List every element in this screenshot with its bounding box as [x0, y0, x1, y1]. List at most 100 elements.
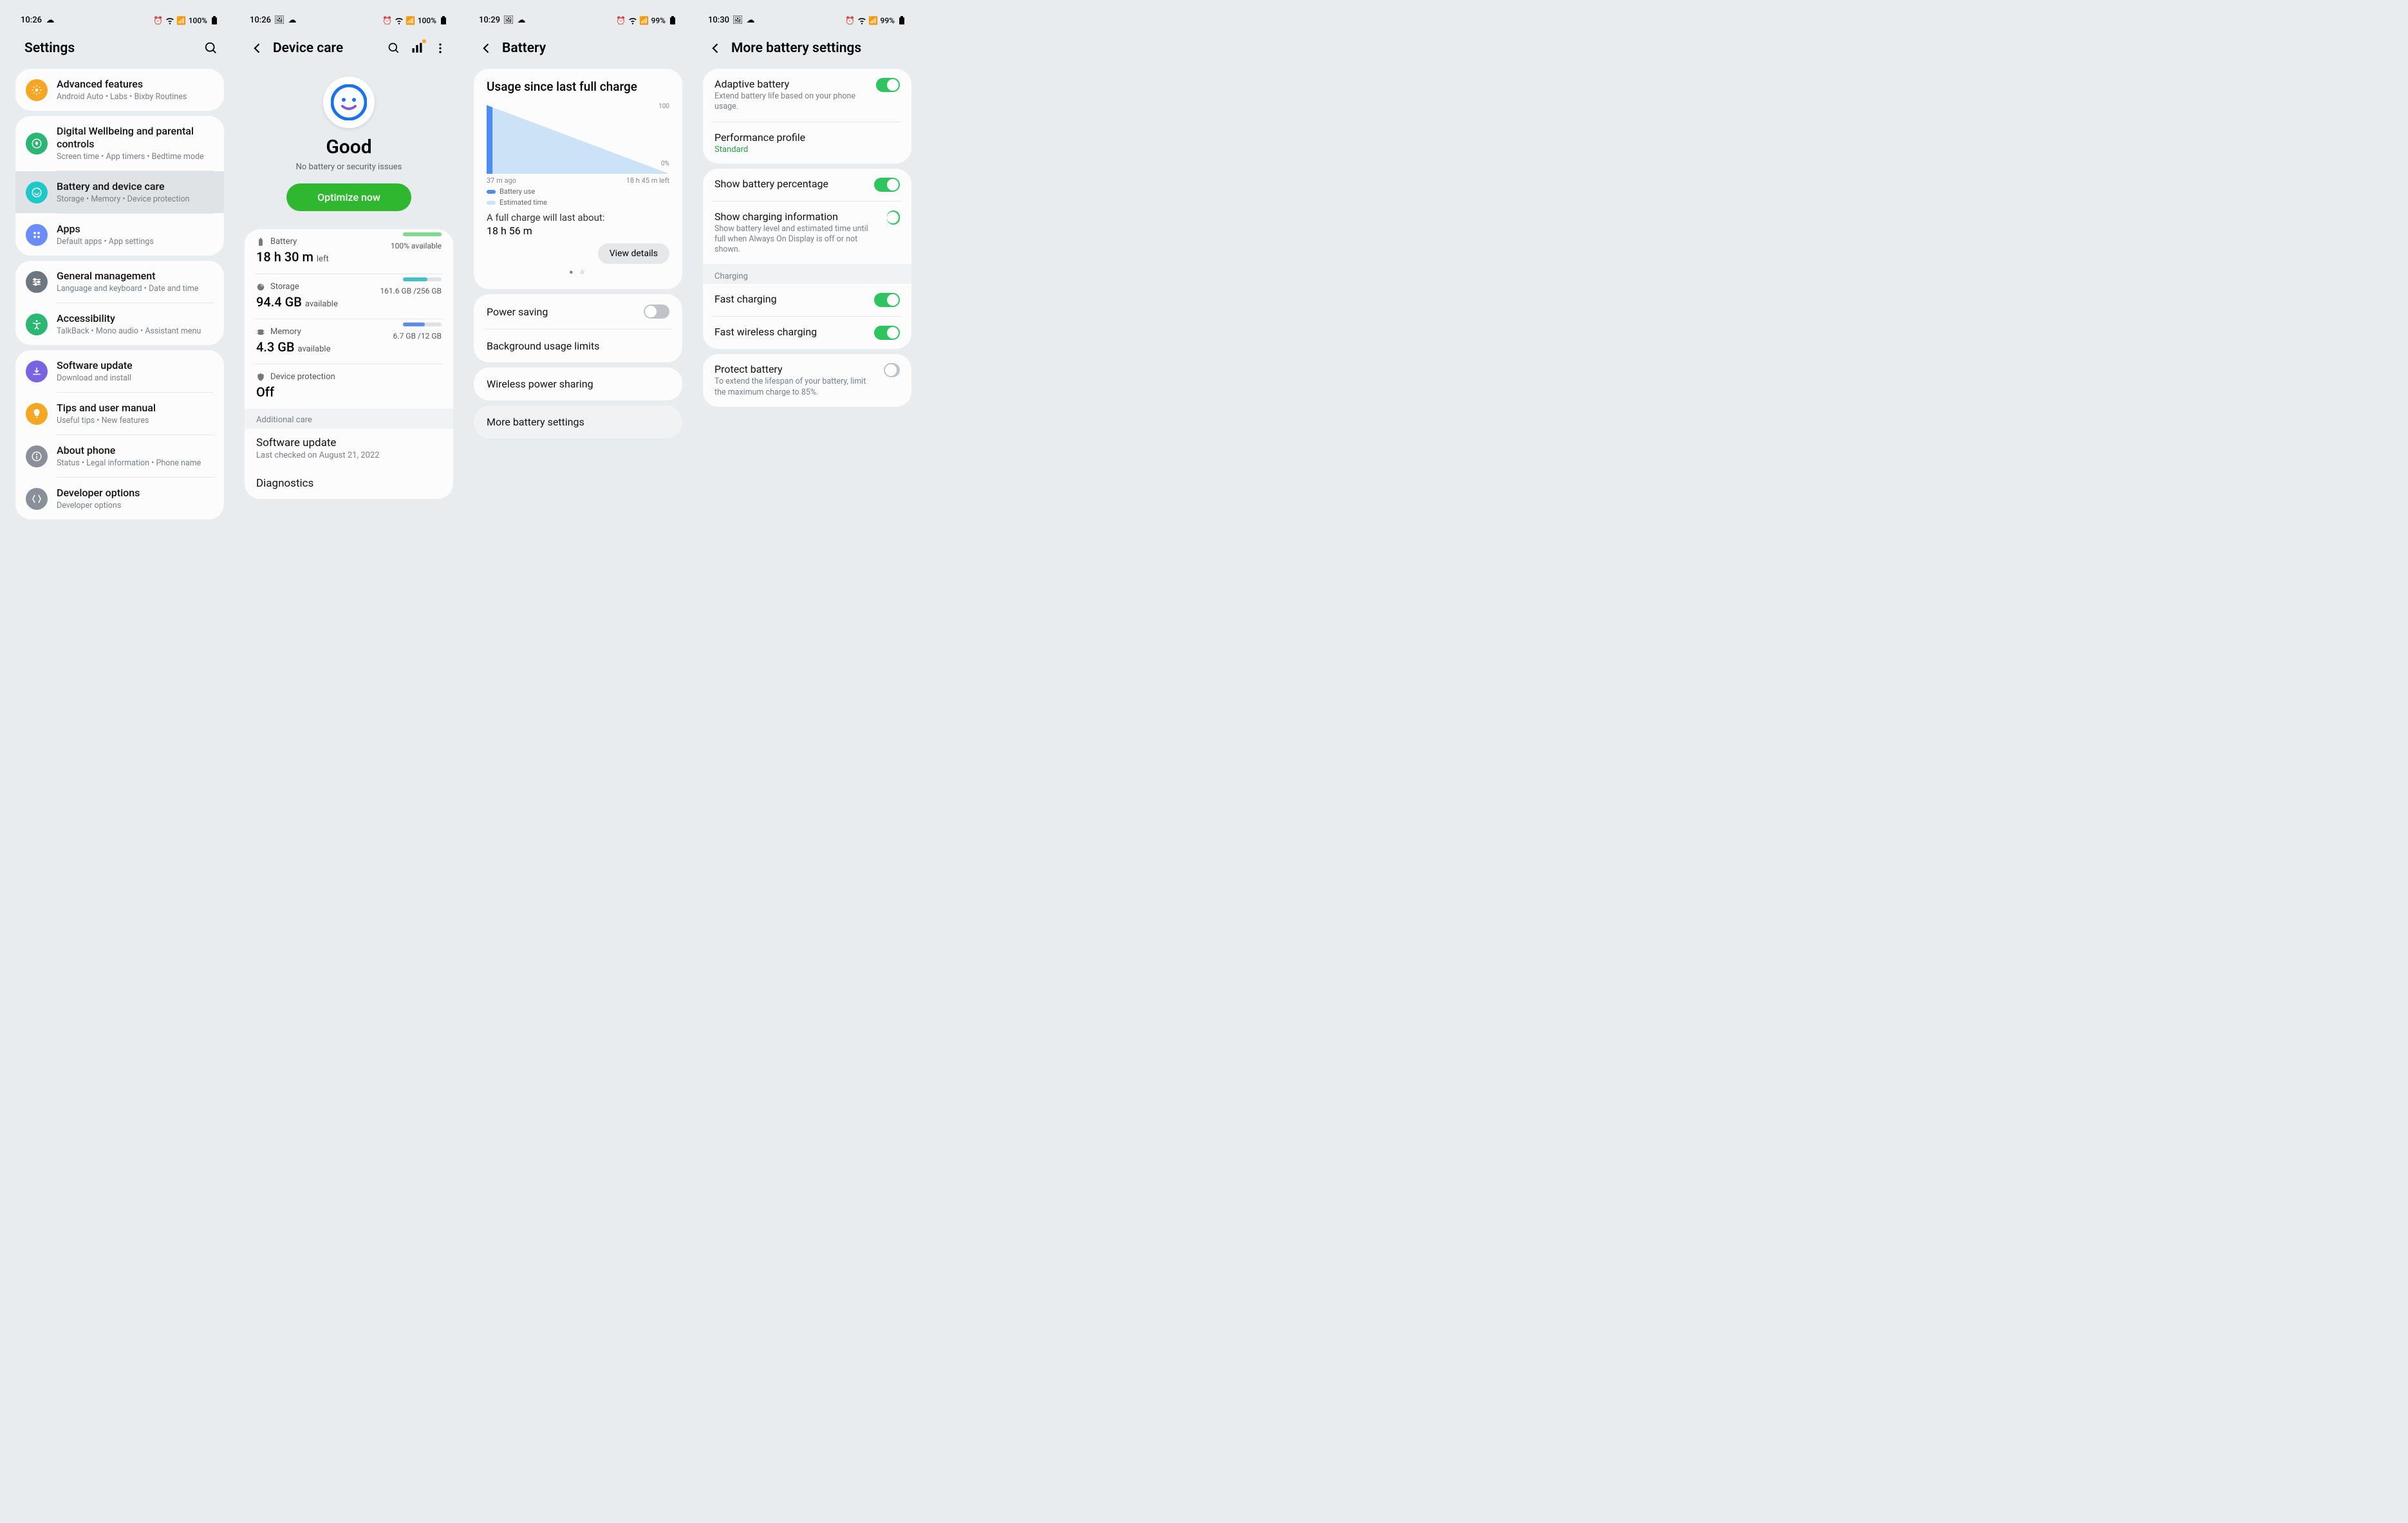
list-item[interactable]: Power saving	[474, 294, 682, 329]
screen-device-care: 10:26 🖼 ☁ ⏰ 📶 100% Device care Good No b…	[239, 10, 458, 525]
settings-group: Software updateDownload and installTips …	[15, 350, 224, 519]
item-subtitle: Last checked on August 21, 2022	[256, 451, 442, 460]
header: More battery settings	[698, 30, 917, 64]
item-subtitle: Storage • Memory • Device protection	[57, 194, 214, 204]
settings-item[interactable]: Software updateDownload and install	[15, 350, 224, 392]
page-title: Device care	[273, 41, 378, 56]
settings-item[interactable]: Developer optionsDeveloper options	[15, 478, 224, 519]
status-time: 10:26	[250, 15, 271, 25]
stat-value: 94.4 GB available	[256, 294, 442, 310]
back-icon[interactable]	[479, 41, 494, 56]
settings-item[interactable]: AccessibilityTalkBack • Mono audio • Ass…	[15, 303, 224, 345]
statusbar: 10:30 🖼 ☁ ⏰ 📶 99%	[698, 10, 917, 30]
alarm-icon: ⏰	[154, 16, 163, 25]
settings-item[interactable]: General managementLanguage and keyboard …	[15, 261, 224, 303]
status-battery-pct: 100%	[189, 16, 207, 25]
item-title: Advanced features	[57, 78, 214, 91]
setting-row[interactable]: Performance profileStandard	[703, 122, 911, 164]
device-care-hero: Good No battery or security issues Optim…	[239, 64, 458, 224]
battery-icon	[897, 16, 906, 25]
alarm-icon: ⏰	[383, 16, 392, 25]
search-icon[interactable]	[386, 41, 402, 56]
item-title: Tips and user manual	[57, 402, 214, 415]
device-stat-battery[interactable]: Battery100% available18 h 30 m left	[245, 229, 453, 274]
view-details-button[interactable]: View details	[598, 243, 669, 264]
more-icon[interactable]	[433, 41, 448, 56]
settings-group: General managementLanguage and keyboard …	[15, 261, 224, 345]
chart-icon[interactable]	[409, 41, 425, 56]
memory-icon	[256, 328, 265, 337]
settings-item[interactable]: About phoneStatus • Legal information • …	[15, 435, 224, 477]
back-icon[interactable]	[250, 41, 265, 56]
storage-icon	[256, 283, 265, 292]
setting-title: Show battery percentage	[714, 178, 828, 190]
full-charge-text: A full charge will last about:	[487, 212, 669, 223]
screen-settings: 10:26 ☁ ⏰ 📶 100% Settings Advanced featu…	[10, 10, 229, 525]
toggle-switch[interactable]	[644, 304, 669, 319]
setting-row[interactable]: Fast wireless charging	[703, 317, 911, 349]
additional-item[interactable]: Software update Last checked on August 21…	[245, 429, 453, 469]
toggle-switch[interactable]	[874, 178, 900, 192]
item-subtitle: Android Auto • Labs • Bixby Routines	[57, 92, 214, 102]
setting-row[interactable]: Protect batteryTo extend the lifespan of…	[703, 354, 911, 407]
list-item[interactable]: More battery settings	[474, 406, 682, 438]
setting-row[interactable]: Show charging informationShow battery le…	[703, 201, 911, 265]
toggle-switch[interactable]	[884, 363, 900, 377]
header: Battery	[469, 30, 687, 64]
settings-item[interactable]: Tips and user manualUseful tips • New fe…	[15, 393, 224, 434]
item-title: Software update	[57, 359, 214, 372]
setting-title: Adaptive battery	[714, 78, 867, 90]
item-title: Accessibility	[57, 312, 214, 325]
page-title: More battery settings	[731, 41, 906, 56]
setting-title: Protect battery	[714, 363, 875, 375]
cloud-icon: ☁	[288, 16, 297, 25]
search-icon[interactable]	[203, 41, 219, 56]
setting-row[interactable]: Show battery percentage	[703, 169, 911, 201]
toggle-switch[interactable]	[874, 293, 900, 307]
toggle-switch[interactable]	[887, 210, 900, 225]
setting-title: Fast charging	[714, 293, 777, 305]
battery-icon	[256, 238, 265, 247]
statusbar: 10:29 🖼 ☁ ⏰ 📶 99%	[469, 10, 687, 30]
signal-icon: 📶	[869, 16, 878, 25]
additional-item[interactable]: Diagnostics	[245, 469, 453, 499]
screen-more-battery: 10:30 🖼 ☁ ⏰ 📶 99% More battery settings …	[698, 10, 917, 525]
settings-item[interactable]: Digital Wellbeing and parental controlsS…	[15, 116, 224, 171]
toggle-switch[interactable]	[874, 326, 900, 340]
status-battery-pct: 100%	[418, 16, 436, 25]
settings-item[interactable]: Advanced featuresAndroid Auto • Labs • B…	[15, 69, 224, 111]
device-stat-device-protection[interactable]: Device protectionOff	[245, 364, 453, 409]
item-title: About phone	[57, 444, 214, 457]
image-icon: 🖼	[275, 16, 284, 25]
screen-battery: 10:29 🖼 ☁ ⏰ 📶 99% Battery Usage since la…	[469, 10, 687, 525]
settings-item[interactable]: AppsDefault apps • App settings	[15, 214, 224, 256]
list-item[interactable]: Wireless power sharing	[474, 368, 682, 400]
toggle-switch[interactable]	[876, 78, 900, 92]
y-axis-top: 100	[658, 103, 669, 110]
settings-item[interactable]: Battery and device careStorage • Memory …	[15, 171, 224, 213]
stat-label: Memory	[270, 327, 301, 337]
stat-label: Battery	[270, 237, 297, 247]
setting-row[interactable]: Fast charging	[703, 284, 911, 316]
smiley-icon	[323, 77, 375, 128]
item-title: Software update	[256, 436, 442, 449]
stat-right-text: 161.6 GB /256 GB	[380, 286, 442, 295]
chart-left-label: 37 m ago	[487, 176, 516, 185]
item-title: Wireless power sharing	[487, 378, 593, 390]
setting-sub: Extend battery life based on your phone …	[714, 91, 867, 113]
setting-title: Fast wireless charging	[714, 326, 817, 338]
item-title: Power saving	[487, 306, 548, 318]
wifi-icon	[628, 16, 637, 25]
signal-icon: 📶	[406, 16, 415, 25]
setting-row[interactable]: Adaptive batteryExtend battery life base…	[703, 69, 911, 122]
item-subtitle: Language and keyboard • Date and time	[57, 284, 214, 294]
device-stat-storage[interactable]: Storage 161.6 GB /256 GB94.4 GB available	[245, 274, 453, 319]
legend-estimated: Estimated time	[487, 198, 669, 207]
item-subtitle: Download and install	[57, 373, 214, 383]
device-stat-memory[interactable]: Memory6.7 GB /12 GB4.3 GB available	[245, 319, 453, 364]
back-icon[interactable]	[708, 41, 723, 56]
optimize-button[interactable]: Optimize now	[286, 183, 411, 211]
stat-label: Storage	[270, 282, 299, 292]
chart-right-label: 18 h 45 m left	[626, 176, 669, 185]
list-item[interactable]: Background usage limits	[474, 330, 682, 362]
